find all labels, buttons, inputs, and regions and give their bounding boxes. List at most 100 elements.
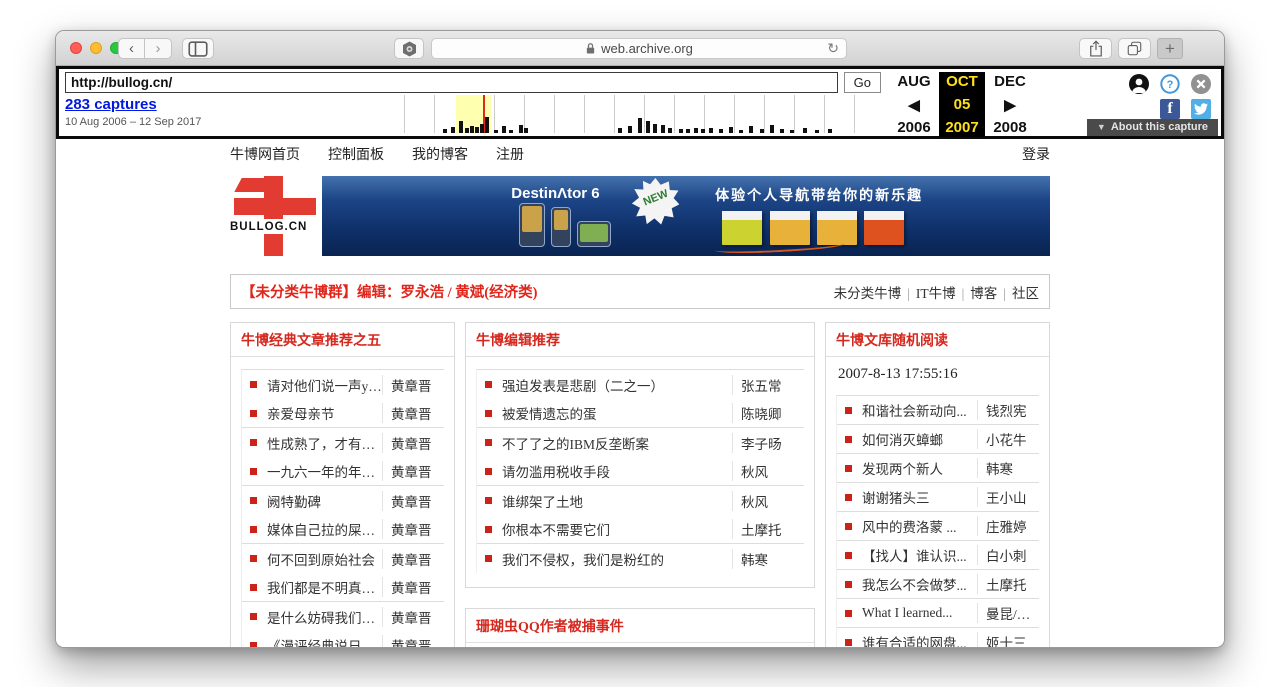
article-row[interactable]: 性成熟了，才有…黄章晋 [242,428,444,457]
prev-capture-arrow[interactable]: ◀ [889,91,939,118]
back-button[interactable]: ‹ [118,38,145,59]
article-author-link[interactable]: 秋风 [732,461,804,481]
article-title-link[interactable]: 不了了之的IBM反垄断案 [502,433,732,453]
article-author-link[interactable]: 黄章晋 [382,403,444,423]
prev-month-label[interactable]: AUG [889,72,939,91]
article-author-link[interactable]: 陈晓卿 [732,403,804,423]
article-author-link[interactable]: 黄章晋 [382,549,444,569]
article-row[interactable]: 发现两个新人韩寒 [837,454,1039,483]
article-row[interactable]: 风中的费洛蒙 ...庄雅婷 [837,512,1039,541]
next-month-label[interactable]: DEC [985,72,1035,91]
article-author-link[interactable]: 曼昆/… [977,603,1039,623]
article-author-link[interactable]: 土摩托 [977,574,1039,594]
article-title-link[interactable]: 请对他们说一声y… [267,375,382,395]
facebook-icon[interactable]: f [1160,99,1180,119]
captures-link[interactable]: 283 captures [65,96,157,113]
article-row[interactable]: 你根本不需要它们土摩托 [477,515,804,544]
article-row[interactable]: What I learned...曼昆/… [837,599,1039,628]
article-title-link[interactable]: 性成熟了，才有… [267,433,382,453]
article-title-link[interactable]: 一九六一年的年… [267,461,382,481]
article-title-link[interactable]: 请勿滥用税收手段 [502,461,732,481]
article-title-link[interactable]: 媒体自己拉的屎… [267,519,382,539]
article-title-link[interactable]: 风中的费洛蒙 ... [862,516,977,536]
go-button[interactable]: Go [844,72,881,93]
article-title-link[interactable]: 何不回到原始社会 [267,549,382,569]
share-button[interactable] [1079,38,1112,59]
article-title-link[interactable]: 谁有合适的网盘... [862,632,977,648]
article-author-link[interactable]: 张五常 [732,375,804,395]
article-row[interactable]: 强迫发表是悲剧（二之一）张五常 [477,370,804,399]
article-title-link[interactable]: 发现两个新人 [862,458,977,478]
article-row[interactable]: 谁绑架了土地秋风 [477,486,804,515]
article-author-link[interactable]: 黄章晋 [382,577,444,597]
article-row[interactable]: 媒体自己拉的屎…黄章晋 [242,515,444,544]
refresh-icon[interactable]: ↻ [827,40,839,57]
article-author-link[interactable]: 黄章晋 [382,607,444,627]
article-row[interactable]: 我们不侵权，我们是粉红的韩寒 [477,544,804,573]
article-author-link[interactable]: 秋风 [732,491,804,511]
next-year-label[interactable]: 2008 [985,118,1035,137]
article-row[interactable]: 不了了之的IBM反垄断案李子旸 [477,428,804,457]
address-bar[interactable]: web.archive.org ↻ [431,38,847,59]
next-capture-arrow[interactable]: ▶ [985,91,1035,118]
titlebar[interactable]: ‹ › web.archive.org ↻ + [56,31,1224,66]
nav-panel-link[interactable]: 控制面板 [328,144,384,164]
article-title-link[interactable]: 【找人】谁认识... [862,545,977,565]
tab-overview-button[interactable] [1118,38,1151,59]
category-link[interactable]: 社区 [1012,286,1039,301]
article-author-link[interactable]: 李子旸 [732,433,804,453]
about-this-capture-button[interactable]: ▼About this capture [1087,119,1218,136]
extension-button[interactable] [394,38,424,59]
nav-home-link[interactable]: 牛博网首页 [230,144,300,164]
sidebar-button[interactable] [182,38,214,59]
article-row[interactable]: 被爱情遗忘的蛋陈晓卿 [477,399,804,428]
article-title-link[interactable]: 强迫发表是悲剧（二之一） [502,375,732,395]
article-author-link[interactable]: 韩寒 [732,549,804,569]
article-row[interactable]: 【找人】谁认识...白小刺 [837,541,1039,570]
article-author-link[interactable]: 王小山 [977,487,1039,507]
twitter-icon[interactable] [1191,99,1211,119]
article-author-link[interactable]: 白小刺 [977,545,1039,565]
article-author-link[interactable]: 庄雅婷 [977,516,1039,536]
article-row[interactable]: 我怎么不会做梦...土摩托 [837,570,1039,599]
article-title-link[interactable]: 亲爱母亲节 [267,403,382,423]
article-row[interactable]: 谢谢猪头三王小山 [837,483,1039,512]
close-toolbar-icon[interactable] [1191,74,1211,94]
profile-icon[interactable] [1129,74,1149,94]
article-title-link[interactable]: 我怎么不会做梦... [862,574,977,594]
article-author-link[interactable]: 黄章晋 [382,433,444,453]
article-title-link[interactable]: 是什么妨碍我们… [267,607,382,627]
article-author-link[interactable]: 土摩托 [732,519,804,539]
article-author-link[interactable]: 黄章晋 [382,461,444,481]
wayback-url-input[interactable] [65,72,838,93]
nav-myblog-link[interactable]: 我的博客 [412,144,468,164]
article-row[interactable]: 何不回到原始社会黄章晋 [242,544,444,573]
article-title-link[interactable]: What I learned... [862,605,977,621]
timeline[interactable] [375,95,881,133]
article-author-link[interactable]: 黄章晋 [382,491,444,511]
article-row[interactable]: 请对他们说一声y…黄章晋 [242,370,444,399]
article-author-link[interactable]: 姬十三 [977,632,1039,648]
forward-button[interactable]: › [145,38,172,59]
article-title-link[interactable]: 谢谢猪头三 [862,487,977,507]
minimize-window-button[interactable] [90,42,102,54]
article-title-link[interactable]: 阙特勤碑 [267,491,382,511]
article-author-link[interactable]: 韩寒 [977,458,1039,478]
article-title-link[interactable]: 我们都是不明真… [267,577,382,597]
ad-banner[interactable]: DestinΛtor 6 体验个人导航带给你的新乐趣 NEW [322,176,1050,256]
article-title-link[interactable]: 如何消灭蟑螂 [862,429,977,449]
article-row[interactable]: 阙特勤碑黄章晋 [242,486,444,515]
nav-register-link[interactable]: 注册 [496,144,524,164]
category-link[interactable]: 博客 [970,286,997,301]
article-row[interactable]: 一九六一年的年…黄章晋 [242,457,444,486]
article-title-link[interactable]: 和谐社会新动向... [862,400,977,420]
help-icon[interactable]: ? [1160,74,1180,94]
article-row[interactable]: 如何消灭蟑螂小花牛 [837,425,1039,454]
nav-login-link[interactable]: 登录 [1022,144,1050,164]
article-row[interactable]: 我们都是不明真…黄章晋 [242,573,444,602]
article-title-link[interactable]: 被爱情遗忘的蛋 [502,403,732,423]
article-row[interactable]: 和谐社会新动向...钱烈宪 [837,396,1039,425]
article-author-link[interactable]: 黄章晋 [382,519,444,539]
article-row[interactable]: 亲爱母亲节黄章晋 [242,399,444,428]
article-author-link[interactable]: 黄章晋 [382,635,444,648]
